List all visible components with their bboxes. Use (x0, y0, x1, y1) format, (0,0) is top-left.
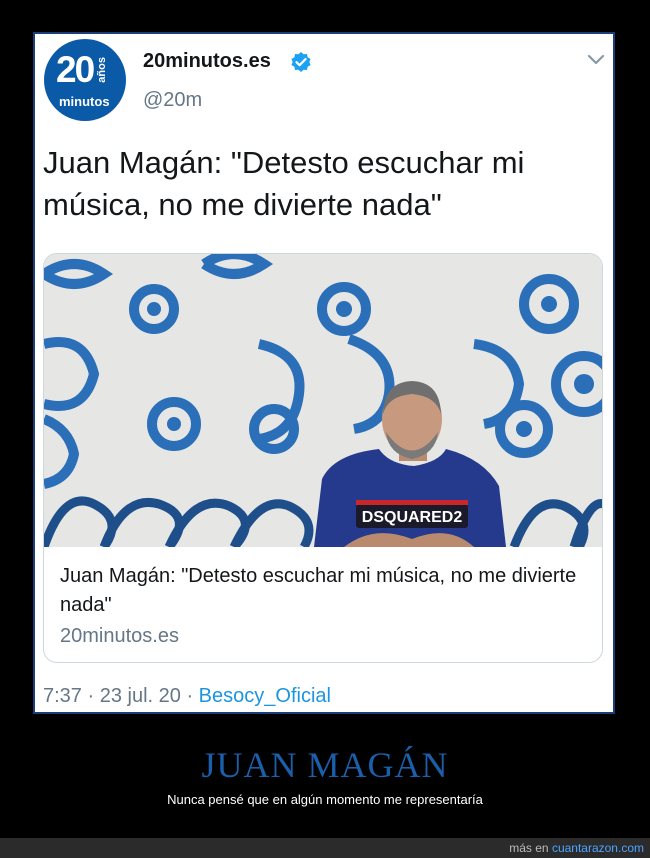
tweet-text: Juan Magán: "Detesto escuchar mi música,… (43, 145, 525, 222)
avatar-word: minutos (59, 94, 110, 109)
tweet-meta: 7:37 · 23 jul. 20 · Besocy_Oficial (43, 685, 331, 708)
avatar-number: 20 (56, 49, 95, 90)
shirt-text: DSQUARED2 (362, 509, 463, 526)
account-name[interactable]: 20minutos.es (143, 50, 271, 73)
account-handle[interactable]: @20m (143, 89, 202, 112)
tweet-source[interactable]: Besocy_Oficial (199, 685, 331, 707)
footer-bar: más en cuantarazon.com (0, 838, 650, 858)
footer-prefix: más en (509, 841, 549, 855)
chevron-down-icon[interactable] (587, 54, 605, 66)
preview-image[interactable]: DSQUARED2 (44, 254, 603, 547)
footer-site-link[interactable]: cuantarazon.com (552, 841, 644, 855)
preview-title[interactable]: Juan Magán: "Detesto escuchar mi música,… (60, 562, 585, 620)
post-title: JUAN MAGÁN (201, 745, 449, 785)
tweet-card[interactable]: 20 años minutos 20minutos.es @20m Juan M… (33, 32, 615, 714)
post-subtitle: Nunca pensé que en algún momento me repr… (167, 792, 483, 807)
tweet-time[interactable]: 7:37 (43, 685, 82, 707)
link-preview-card[interactable]: DSQUARED2 Juan Magán: "Detesto escuchar … (43, 253, 603, 663)
footer-text: más en cuantarazon.com (509, 841, 644, 855)
meta-separator: · (180, 685, 199, 707)
meta-separator: · (81, 685, 100, 707)
tweet-date[interactable]: 23 jul. 20 (100, 685, 181, 707)
preview-domain[interactable]: 20minutos.es (60, 625, 179, 648)
avatar-years: años (96, 57, 108, 83)
verified-badge-icon (291, 52, 311, 72)
avatar[interactable]: 20 años minutos (44, 39, 126, 121)
